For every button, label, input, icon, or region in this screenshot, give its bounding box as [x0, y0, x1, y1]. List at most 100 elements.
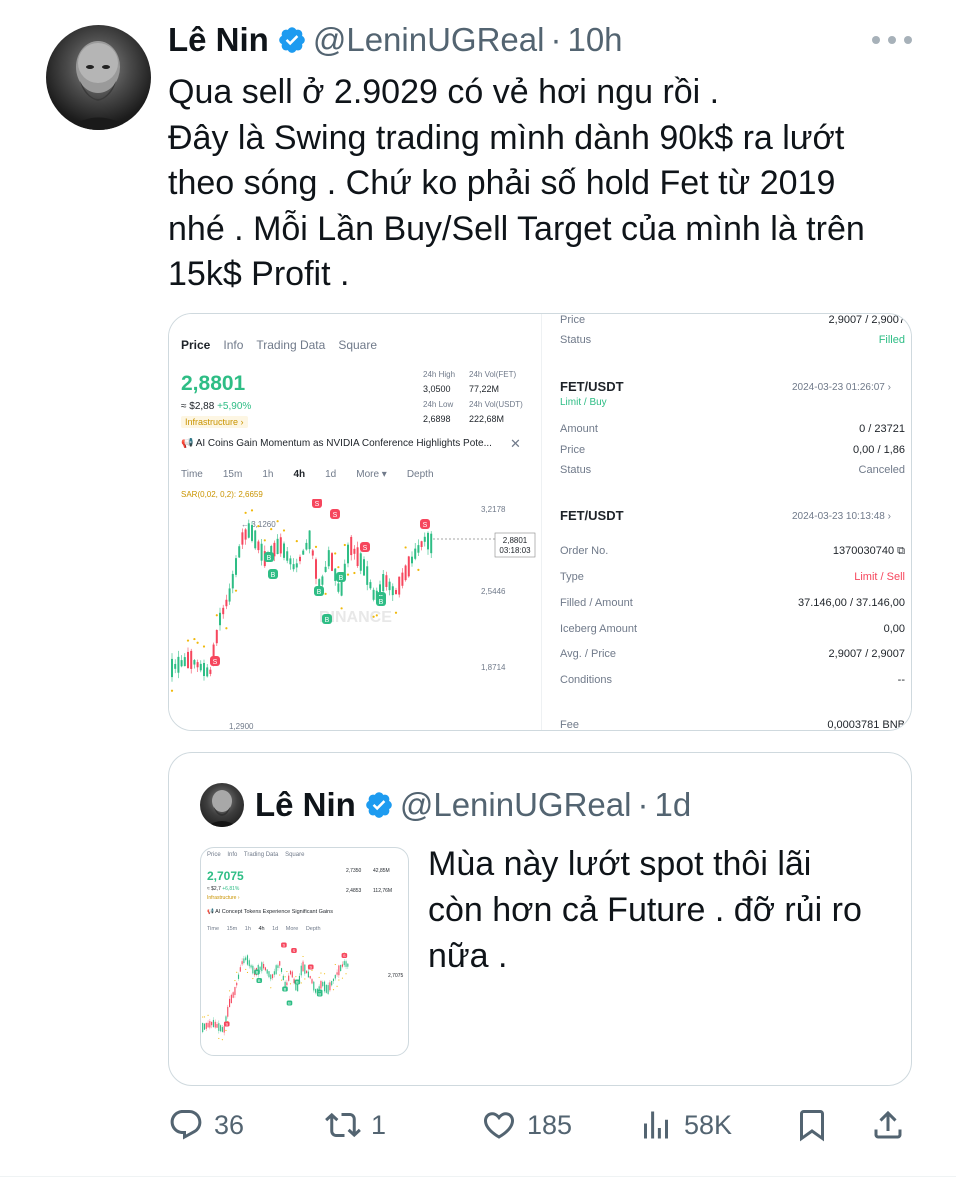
candle-body [211, 1021, 213, 1026]
price-axis-label: 1,8714 [481, 663, 506, 672]
buy-marker: B [256, 978, 263, 983]
tab-info: Info [223, 338, 244, 352]
candle-body [231, 573, 234, 589]
thumb-change: +6,81% [222, 886, 240, 892]
reply-button[interactable]: 36 [168, 1100, 244, 1150]
views-button[interactable]: 58K [638, 1100, 732, 1150]
quoted-author-avatar[interactable] [200, 783, 244, 827]
stat-high: 24h High 3,0500 [423, 370, 455, 394]
author-handle[interactable]: @LeninUGReal [313, 21, 545, 59]
candle-body [206, 667, 209, 677]
candle-body [223, 1026, 225, 1033]
candle-body [308, 530, 311, 550]
buy-marker: B [336, 572, 346, 582]
candle-body [336, 972, 338, 975]
order-key: Price [560, 444, 586, 456]
stat-low: 24h Low 2,6898 [423, 400, 453, 424]
share-button[interactable] [870, 1100, 906, 1150]
candle-body [254, 530, 257, 549]
bookmark-button[interactable] [794, 1100, 830, 1150]
sar-dot [270, 987, 272, 989]
candle-body [237, 974, 240, 979]
stat-value: 2,6898 [423, 414, 451, 424]
order-row: Avg. / Price 2,9007 / 2,9007 [560, 648, 905, 660]
candle-body [250, 965, 252, 968]
candle-body [366, 566, 369, 585]
like-button[interactable]: 185 [481, 1100, 572, 1150]
sar-dot [336, 985, 338, 987]
buy-marker: B [254, 969, 260, 975]
order-value: 0,0003781 BNB [827, 719, 905, 730]
quoted-tweet-time[interactable]: 1d [654, 786, 691, 824]
sell-marker: S [210, 656, 220, 666]
candle-body [220, 1025, 222, 1032]
candle-body [356, 547, 359, 567]
candle-body [259, 966, 261, 970]
order-row: Iceberg Amount 0,00 [560, 623, 905, 635]
candle-body [291, 971, 293, 978]
order-key: Filled / Amount [560, 597, 633, 609]
candle-body [321, 576, 324, 585]
sar-dot [284, 976, 286, 978]
thumb-high: 2,7350 [346, 868, 362, 874]
quoted-media-thumbnail[interactable]: Price Info Trading Data Square 2,7075 ≈ … [200, 847, 409, 1056]
quoted-tweet-text: Mùa này lướt spot thôi lãi còn hơn cả Fu… [428, 841, 888, 979]
quoted-author-handle[interactable]: @LeninUGReal [400, 786, 632, 824]
order-key: Status [560, 334, 592, 346]
order-row: Fee 0,0003781 BNB [560, 719, 905, 730]
candle-body [222, 607, 225, 615]
repost-button[interactable]: 1 [325, 1100, 386, 1150]
order-value: 0,00 [883, 623, 905, 635]
author-avatar[interactable] [46, 25, 151, 130]
svg-text:B: B [267, 555, 272, 562]
thumb-tab: Info [227, 852, 238, 858]
sar-dot [337, 566, 340, 569]
thumb-price: 2,7075 [207, 869, 244, 883]
candle-body [417, 545, 420, 553]
sar-dot [236, 971, 238, 973]
change-percent: +5,90% [217, 401, 252, 412]
candle-body [385, 575, 388, 587]
thumb-timeframe: 4h [258, 926, 264, 932]
quoted-tweet[interactable]: Lê Nin @LeninUGReal · 1d Price Info Trad… [168, 752, 912, 1086]
candle-body [245, 957, 247, 961]
buy-marker: B [294, 979, 301, 985]
thumb-timeframe: Depth [306, 926, 321, 932]
thumb-timeframe: Time [207, 926, 219, 932]
order-history-screenshot[interactable]: Price 2,9007 / 2,9007 Status Filled FET/US… [541, 314, 911, 730]
candle-body [318, 986, 320, 990]
candle-body [187, 651, 189, 669]
stat-value: 77,22M [469, 384, 500, 394]
tweet: Lê Nin @LeninUGReal · 10h Qua sell ở 2.9… [0, 0, 956, 1200]
timeframe-item: 15m [222, 469, 243, 480]
order-key: Amount [560, 423, 598, 435]
stat-label: 24h High [423, 370, 456, 379]
candle-body [230, 994, 232, 1004]
current-price-label: 2,8801 [503, 536, 528, 545]
candle-body [174, 663, 177, 669]
sar-dot [202, 645, 206, 648]
sar-dot [282, 529, 286, 532]
quoted-text-line: Mùa này lướt spot thôi lãi [428, 845, 812, 883]
views-icon [644, 1111, 668, 1139]
exchange-chart-screenshot[interactable]: Price Info Trading Data Square 2,8801 ≈ … [169, 314, 541, 730]
order-value: 2,9007 / 2,9007 [828, 314, 905, 326]
candle-body [275, 965, 277, 975]
tweet-time[interactable]: 10h [567, 21, 622, 59]
candle-body [282, 975, 284, 981]
more-options-icon[interactable] [872, 28, 912, 52]
news-banner: 📢 AI Coins Gain Momentum as NVIDIA Confe… [181, 438, 492, 449]
candle-body [302, 550, 305, 555]
order-row: Price 0,00 / 1,86 [560, 444, 905, 456]
candle-body [209, 1021, 211, 1028]
svg-text:S: S [333, 512, 338, 519]
author-name[interactable]: Lê Nin [168, 21, 269, 59]
quoted-author-name[interactable]: Lê Nin [255, 786, 356, 824]
thumb-tag: Infrastructure › [207, 895, 240, 901]
candle-body [244, 529, 247, 540]
order-value: 0 / 23721 [859, 423, 905, 435]
candle-body [363, 559, 365, 576]
tweet-media[interactable]: Price Info Trading Data Square 2,8801 ≈ … [168, 313, 912, 731]
price-axis-label: 3,2178 [481, 505, 506, 514]
order-date: 2024-03-23 01:26:07 › [792, 382, 891, 393]
